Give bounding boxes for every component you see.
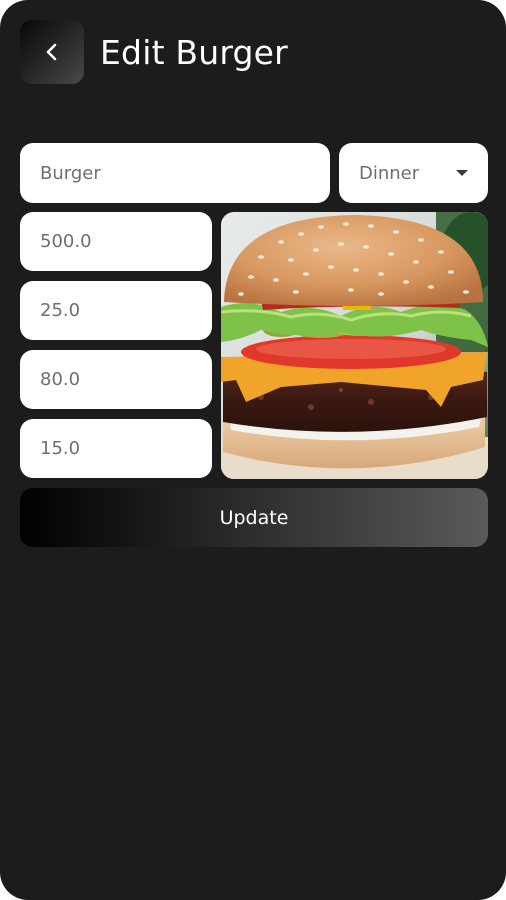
update-button[interactable]: Update [20,488,488,547]
edit-burger-screen: Edit Burger Dinner [0,0,506,900]
burger-photo[interactable] [221,212,488,479]
field-2-input[interactable] [40,300,192,321]
field-4-input[interactable] [40,438,192,459]
page-title: Edit Burger [100,33,288,72]
nutrition-field-1[interactable] [20,212,212,271]
field-1-input[interactable] [40,231,192,252]
name-field[interactable] [20,143,330,203]
category-selected-value: Dinner [359,162,420,184]
category-dropdown[interactable]: Dinner [339,143,488,203]
nutrition-field-4[interactable] [20,419,212,478]
field-3-input[interactable] [40,369,192,390]
back-button[interactable] [20,20,84,84]
chevron-left-icon [44,42,60,62]
name-input[interactable] [40,162,310,184]
nutrition-field-3[interactable] [20,350,212,409]
nutrition-field-2[interactable] [20,281,212,340]
dropdown-caret-icon [456,170,468,176]
